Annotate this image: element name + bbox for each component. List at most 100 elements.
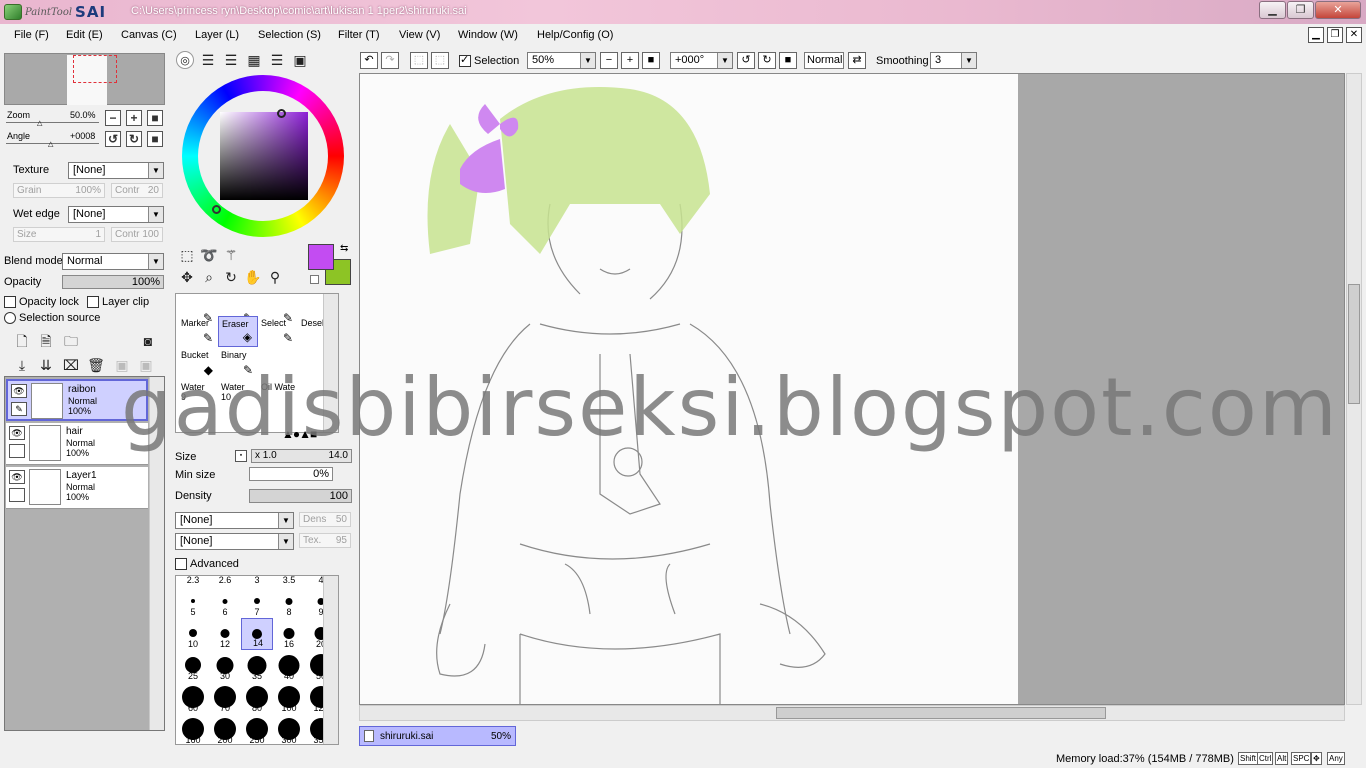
merge-down-icon[interactable]: ⇊ [37,356,55,374]
zoom-out-icon[interactable]: − [600,52,618,69]
magic-wand-icon[interactable]: ⚚ [222,246,240,264]
color-saturation-square[interactable] [220,112,308,200]
select-tool[interactable]: Select ✎ [258,316,298,347]
hand-icon[interactable]: ✋ [244,268,262,286]
layer-item[interactable]: 👁 Layer1 Normal 100% [6,467,148,509]
brush-size-scrollbar[interactable] [323,576,338,744]
pen-icon[interactable]: ✎ [11,402,27,416]
rotate-reset-icon[interactable]: ■ [779,52,797,69]
eye-icon[interactable]: 👁 [9,470,25,484]
horizontal-scroll-thumb[interactable] [776,707,1106,719]
zoom-out-button[interactable]: − [105,110,121,126]
brush-size-7[interactable]: 7 [241,586,273,618]
menu-edit[interactable]: Edit (E) [66,29,103,41]
brush-shape-select[interactable]: [None] ▼ [175,512,294,529]
rotate-right-button[interactable]: ↻ [126,131,142,147]
texture-select[interactable]: [None] ▼ [68,162,164,179]
scratchpad-tab-icon[interactable]: ☰ [268,51,286,69]
angle-select[interactable]: +000° ▼ [670,52,733,69]
brush-size-2.6[interactable]: 2.6 [209,576,241,586]
vertical-scroll-thumb[interactable] [1348,284,1360,404]
brush-size-80[interactable]: 80 [241,682,273,714]
brush-size-10[interactable]: 10 [177,618,209,650]
selection-checkbox[interactable]: ✓ [459,54,471,67]
menu-layer[interactable]: Layer (L) [195,29,239,41]
clear-layer-icon[interactable]: ⌧ [62,356,80,374]
swap-colors-icon[interactable]: ⇆ [340,243,348,254]
brush-size-35[interactable]: 35 [241,650,273,682]
color-square-picker[interactable] [277,109,286,118]
lasso-icon[interactable]: ➰ [200,246,218,264]
brush-size-40[interactable]: 40 [273,650,305,682]
menu-help[interactable]: Help/Config (O) [537,29,613,41]
selection-source-radio[interactable] [4,312,16,324]
flip-horizontal-icon[interactable]: ⇄ [848,52,866,69]
swatches-tab-icon[interactable]: ▦ [245,51,263,69]
menu-canvas[interactable]: Canvas (C) [121,29,177,41]
color-wheel-tab-icon[interactable]: ◎ [176,51,194,69]
zoom-slider[interactable] [6,122,99,123]
eye-icon[interactable]: 👁 [9,426,25,440]
rotate-cw-icon[interactable]: ↻ [758,52,776,69]
min-size-slider[interactable]: 0% [249,467,333,481]
advanced-checkbox[interactable] [175,558,187,570]
rotate-icon[interactable]: ↻ [222,268,240,286]
opacity-slider[interactable]: 100% [62,275,164,289]
brush-size-12[interactable]: 12 [209,618,241,650]
zoom-slider-thumb[interactable]: △ [37,119,42,127]
brush-size-70[interactable]: 70 [209,682,241,714]
opacity-lock-checkbox[interactable] [4,296,16,308]
marker-tool[interactable]: Marker ✎ [178,316,218,347]
brush-size-250[interactable]: 250 [241,714,273,744]
angle-slider-thumb[interactable]: △ [48,140,53,148]
brush-size-100[interactable]: 100 [273,682,305,714]
undo-icon[interactable]: ↶ [360,52,378,69]
smoothing-select[interactable]: 3 ▼ [930,52,977,69]
rect-select-icon[interactable]: ⬚ [178,246,196,264]
rgb-slider-tab-icon[interactable]: ☰ [199,51,217,69]
brush-size-8[interactable]: 8 [273,586,305,618]
navigator-preview[interactable] [4,53,165,105]
zoom-reset-icon[interactable]: ■ [642,52,660,69]
transfer-down-icon[interactable]: ⤓ [13,356,31,374]
new-folder-icon[interactable]: 🗀 [62,332,80,350]
minimize-button[interactable]: ▁ [1259,1,1286,19]
brush-texture-select[interactable]: [None] ▼ [175,533,294,550]
layer-mask-icon[interactable]: ◙ [139,332,157,350]
eyedropper-icon[interactable]: ⚲ [266,268,284,286]
rotate-reset-button[interactable]: ■ [147,131,163,147]
mdi-restore-button[interactable]: ❐ [1327,27,1343,43]
move-icon[interactable]: ✥ [178,268,196,286]
brush-size-160[interactable]: 160 [177,714,209,744]
restore-button[interactable]: ❐ [1287,1,1314,19]
density-slider[interactable]: 100 [249,489,352,503]
menu-view[interactable]: View (V) [399,29,440,41]
view-mode-button[interactable]: Normal [804,52,844,69]
zoom-in-icon[interactable]: + [621,52,639,69]
brush-size-6[interactable]: 6 [209,586,241,618]
eye-icon[interactable]: 👁 [11,384,27,398]
menu-selection[interactable]: Selection (S) [258,29,321,41]
foreground-color-swatch[interactable] [308,244,334,270]
new-linework-layer-icon[interactable]: 🗎 [37,332,55,350]
zoom-select[interactable]: 50% ▼ [527,52,596,69]
rotate-ccw-icon[interactable]: ↺ [737,52,755,69]
brush-size-25[interactable]: 25 [177,650,209,682]
document-tab[interactable]: shiruruki.sai 50% [359,726,516,746]
brush-size-200[interactable]: 200 [209,714,241,744]
brush-size-300[interactable]: 300 [273,714,305,744]
canvas-horizontal-scrollbar[interactable] [359,705,1345,721]
zoom-reset-button[interactable]: ■ [147,110,163,126]
transparent-color-icon[interactable] [310,275,319,284]
brush-size-30[interactable]: 30 [209,650,241,682]
pen-icon[interactable] [9,488,25,502]
canvas-vertical-scrollbar[interactable] [1346,73,1362,705]
menu-filter[interactable]: Filter (T) [338,29,380,41]
menu-window[interactable]: Window (W) [458,29,518,41]
hue-picker[interactable] [212,205,221,214]
navigator-view-rect[interactable] [73,55,117,83]
brush-size-60[interactable]: 60 [177,682,209,714]
brush-size-5[interactable]: 5 [177,586,209,618]
mdi-close-button[interactable]: ✕ [1346,27,1362,43]
menu-file[interactable]: File (F) [14,29,49,41]
